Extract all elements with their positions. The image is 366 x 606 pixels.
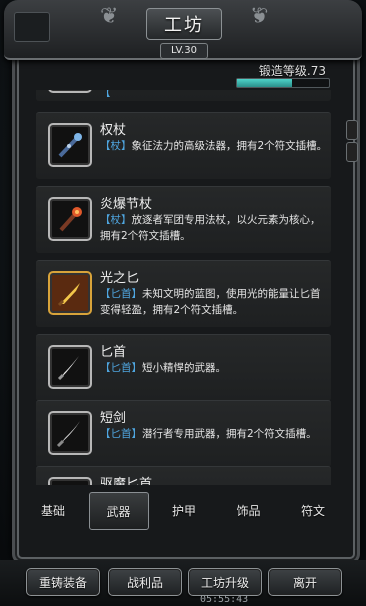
- clock-readout: 05:55:43: [200, 594, 249, 605]
- item-name: 炎爆节杖: [100, 197, 153, 212]
- tab-armor[interactable]: 护甲: [155, 492, 213, 528]
- light-dagger-icon: [57, 283, 80, 307]
- item-name: 驱魔匕首: [100, 477, 153, 485]
- leave-button[interactable]: 离开: [268, 568, 342, 596]
- item-name: 权杖: [100, 123, 127, 138]
- scepter-icon: [58, 133, 82, 158]
- fire-staff-icon: [59, 207, 82, 232]
- item-icon-frame: [48, 345, 92, 389]
- blueprint-list[interactable]: 【 权杖 【杖】象征法力的高级法器，拥有2个符文插槽。 炎爆节杖 【杖】放逐者军…: [36, 90, 331, 485]
- list-item[interactable]: 【: [36, 90, 331, 101]
- item-icon-frame: [48, 411, 92, 455]
- side-handle: [346, 142, 358, 162]
- item-description: 【: [100, 90, 111, 99]
- page-title: 工坊: [146, 8, 222, 40]
- list-item[interactable]: 权杖 【杖】象征法力的高级法器，拥有2个符文插槽。: [36, 112, 331, 179]
- list-item[interactable]: 光之匕 【匕首】未知文明的蓝图，使用光的能量让匕首变得轻盈，拥有2个符文插槽。: [36, 260, 331, 327]
- exorcism-dagger-icon: [54, 483, 86, 485]
- forge-progress-bar: [236, 78, 330, 88]
- loot-button[interactable]: 战利品: [108, 568, 182, 596]
- ornament-left-icon: ❦: [100, 4, 119, 29]
- item-description: 【匕首】未知文明的蓝图，使用光的能量让匕首变得轻盈，拥有2个符文插槽。: [100, 288, 321, 316]
- item-description: 【匕首】短小精悍的武器。: [100, 362, 226, 374]
- list-item[interactable]: 驱魔匕首: [36, 466, 331, 485]
- tab-accessory[interactable]: 饰品: [220, 492, 278, 528]
- item-description: 【杖】放逐者军团专用法杖，以火元素为核心，拥有2个符文插槽。: [100, 214, 321, 242]
- recast-equipment-button[interactable]: 重铸装备: [26, 568, 100, 596]
- forge-level-label: 锻造等级.73: [258, 64, 326, 78]
- tab-basic[interactable]: 基础: [24, 492, 82, 528]
- list-item[interactable]: 匕首 【匕首】短小精悍的武器。: [36, 334, 331, 401]
- category-tabs: 基础 武器 护甲 饰品 符文: [24, 492, 342, 530]
- tab-rune[interactable]: 符文: [284, 492, 342, 528]
- item-name: 短剑: [100, 411, 127, 426]
- tab-weapon[interactable]: 武器: [88, 492, 149, 530]
- back-button[interactable]: [14, 12, 50, 42]
- side-handle: [346, 120, 358, 140]
- ornament-right-icon: ❦: [250, 4, 269, 29]
- item-name: 光之匕: [100, 271, 140, 286]
- item-icon-frame: [48, 197, 92, 241]
- forge-progress-fill: [237, 79, 293, 87]
- item-description: 【杖】象征法力的高级法器，拥有2个符文插槽。: [100, 140, 328, 152]
- short-sword-icon: [56, 421, 80, 448]
- item-name: 匕首: [100, 345, 127, 360]
- workshop-upgrade-button[interactable]: 工坊升级: [188, 568, 262, 596]
- dagger-icon: [57, 356, 79, 381]
- list-item[interactable]: 炎爆节杖 【杖】放逐者军团专用法杖，以火元素为核心，拥有2个符文插槽。: [36, 186, 331, 253]
- list-item[interactable]: 短剑 【匕首】潜行者专用武器，拥有2个符文插槽。: [36, 400, 331, 467]
- item-icon-frame: [48, 477, 92, 485]
- item-icon-frame: [48, 90, 92, 93]
- item-icon-frame: [48, 123, 92, 167]
- item-icon-frame: [48, 271, 92, 315]
- workshop-level-badge: LV.30: [160, 43, 208, 59]
- item-description: 【匕首】潜行者专用武器，拥有2个符文插槽。: [100, 428, 317, 440]
